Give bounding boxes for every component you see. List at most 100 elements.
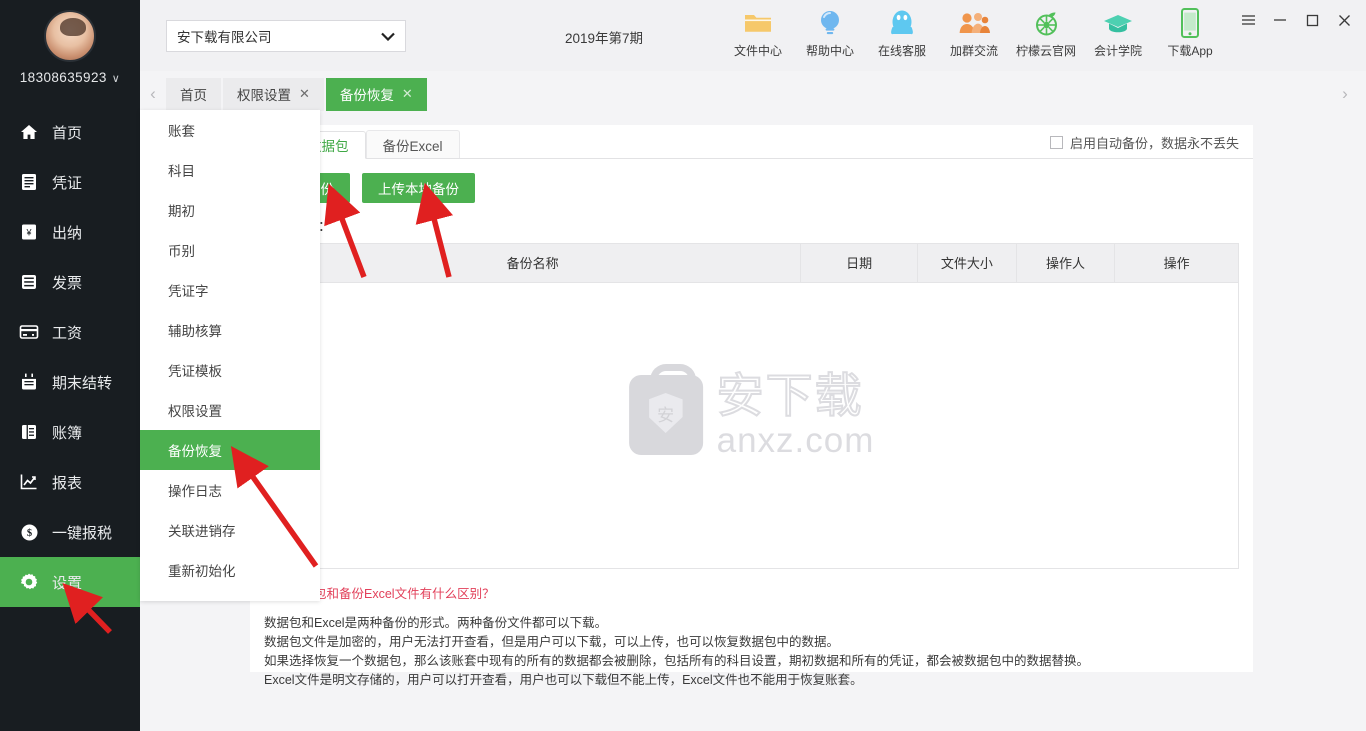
records-label: 备份记录： [250, 203, 1253, 243]
quicklink-official-site[interactable]: 柠檬云官网 [1010, 7, 1082, 59]
tab-permission-settings[interactable]: 权限设置 ✕ [223, 77, 324, 111]
close-icon[interactable]: ✕ [402, 86, 413, 102]
sidebar-item-cashier[interactable]: ¥ 出纳 [0, 207, 140, 257]
lemon-icon [1032, 7, 1060, 39]
quicklink-label: 下载App [1167, 44, 1213, 58]
sidebar-item-salary[interactable]: 工资 [0, 307, 140, 357]
column-header-date: 日期 [800, 244, 919, 283]
top-bar: 安下载有限公司 2019年第7期 文件中心 帮助中心 在线客服 加群交流 柠檬云… [140, 0, 1366, 71]
menu-item-label: 凭证字 [168, 284, 209, 299]
column-header-operator: 操作人 [1016, 244, 1116, 283]
period-close-icon [18, 371, 40, 393]
accounting-period: 2019年第7期 [565, 31, 644, 46]
sidebar-item-label: 首页 [52, 124, 83, 142]
menu-item-link-inventory[interactable]: 关联进销存 [140, 510, 320, 550]
menu-item-backup-restore[interactable]: 备份恢复 [140, 430, 320, 470]
minimize-icon[interactable] [1266, 7, 1294, 33]
quicklink-help-center[interactable]: 帮助中心 [794, 7, 866, 59]
checkbox-box[interactable] [1049, 136, 1063, 149]
quicklink-file-center[interactable]: 文件中心 [722, 7, 794, 59]
upload-local-backup-button[interactable]: 上传本地备份 [362, 173, 475, 203]
ledger-icon [18, 421, 40, 443]
company-select-value: 安下载有限公司 [177, 30, 272, 45]
notes-line: 数据包文件是加密的，用户无法打开查看，但是用户可以下载，可以上传，也可以恢复数据… [264, 635, 840, 649]
avatar[interactable] [44, 10, 96, 62]
menu-item-voucher-word[interactable]: 凭证字 [140, 270, 320, 310]
sidebar-item-home[interactable]: 首页 [0, 107, 140, 157]
tax-icon: $ [18, 521, 40, 543]
menu-item-currency[interactable]: 币别 [140, 230, 320, 270]
menu-icon[interactable] [1234, 7, 1262, 33]
notes-line: 数据包和Excel是两种备份的形式。两种备份文件都可以下载。 [264, 616, 608, 630]
menu-item-reinitialize[interactable]: 重新初始化 [140, 550, 320, 590]
menu-item-label: 权限设置 [168, 404, 222, 419]
auto-backup-checkbox[interactable]: 启用自动备份，数据永不丢失 [1049, 133, 1239, 152]
quick-links: 文件中心 帮助中心 在线客服 加群交流 柠檬云官网 会计学院 下载App [722, 7, 1226, 59]
sidebar-item-label: 一键报税 [52, 524, 113, 542]
window-controls [1234, 7, 1358, 33]
tab-strip: ‹ 首页 权限设置 ✕ 备份恢复 ✕ › [140, 71, 1366, 117]
close-icon[interactable] [1330, 7, 1358, 33]
action-buttons: 立即备份 上传本地备份 [250, 159, 1253, 203]
watermark-text: 安下载 anxz.com [716, 369, 875, 458]
menu-item-operation-log[interactable]: 操作日志 [140, 470, 320, 510]
svg-text:¥: ¥ [25, 227, 32, 237]
sidebar-item-voucher[interactable]: 凭证 [0, 157, 140, 207]
menu-item-label: 关联进销存 [168, 524, 236, 539]
company-select[interactable]: 安下载有限公司 [166, 20, 406, 52]
quicklink-label: 帮助中心 [805, 44, 854, 58]
notes-line: Excel文件是明文存储的，用户可以打开查看，用户也可以下载但不能上传，Exce… [264, 673, 863, 687]
profile-block[interactable]: 18308635923 ∨ [0, 0, 140, 85]
backup-records-table: 备份名称 日期 文件大小 操作人 操作 安 安下载 anxz.com [264, 243, 1239, 569]
quicklink-group-chat[interactable]: 加群交流 [938, 7, 1010, 59]
sidebar-item-period-close[interactable]: 期末结转 [0, 357, 140, 407]
gear-icon [18, 571, 40, 593]
profile-username: 18308635923 [19, 70, 107, 85]
tab-label: 备份恢复 [339, 88, 394, 103]
tab-label: 首页 [180, 88, 207, 103]
sidebar-item-settings[interactable]: 设置 [0, 557, 140, 607]
sidebar-item-label: 期末结转 [52, 374, 113, 392]
quicklink-online-support[interactable]: 在线客服 [866, 7, 938, 59]
quicklink-label: 会计学院 [1093, 44, 1142, 58]
menu-item-label: 期初 [168, 204, 195, 219]
chevron-down-icon[interactable]: ∨ [112, 73, 120, 85]
close-icon[interactable]: ✕ [299, 86, 310, 102]
tab-backup-restore[interactable]: 备份恢复 ✕ [325, 77, 427, 111]
sidebar-item-ledger[interactable]: 账簿 [0, 407, 140, 457]
quicklink-label: 柠檬云官网 [1015, 44, 1076, 58]
menu-item-initial-period[interactable]: 期初 [140, 190, 320, 230]
sidebar-item-tax[interactable]: $ 一键报税 [0, 507, 140, 557]
salary-icon [18, 321, 40, 343]
notes-question: 备份数据包和备份Excel文件有什么区别？ [264, 587, 495, 601]
menu-item-subject[interactable]: 科目 [140, 150, 320, 190]
watermark-shield: 安 [648, 393, 683, 433]
tabs-scroll-right[interactable]: › [1332, 71, 1358, 117]
sidebar-item-report[interactable]: 报表 [0, 457, 140, 507]
menu-item-voucher-template[interactable]: 凭证模板 [140, 350, 320, 390]
quicklink-label: 在线客服 [877, 44, 926, 58]
sidebar-nav: 首页 凭证 ¥ 出纳 发票 工资 期末结转 账簿 报表 $ 一键报税 设置 [0, 107, 140, 607]
maximize-icon[interactable] [1298, 7, 1326, 33]
tab-label: 权限设置 [237, 88, 291, 103]
lightbulb-icon [817, 7, 843, 39]
menu-item-label: 币别 [168, 244, 195, 259]
backup-type-tabs: 备份数据包 备份Excel 启用自动备份，数据永不丢失 [250, 125, 1253, 159]
content-panel: 备份数据包 备份Excel 启用自动备份，数据永不丢失 立即备份 上传本地备份 … [250, 125, 1253, 687]
quicklink-download-app[interactable]: 下载App [1154, 7, 1226, 59]
sidebar-item-label: 凭证 [52, 174, 83, 192]
menu-item-label: 操作日志 [168, 484, 222, 499]
sidebar-item-label: 报表 [52, 474, 83, 492]
quicklink-label: 加群交流 [949, 44, 998, 58]
notes-line: 如果选择恢复一个数据包，那么该账套中现有的所有的数据都会被删除，包括所有的科目设… [264, 654, 1090, 668]
watermark-cn: 安下载 [716, 369, 864, 422]
menu-item-permission-settings[interactable]: 权限设置 [140, 390, 320, 430]
inner-tab-backup-excel[interactable]: 备份Excel [365, 130, 460, 158]
profile-name[interactable]: 18308635923 ∨ [0, 70, 140, 85]
sidebar-item-invoice[interactable]: 发票 [0, 257, 140, 307]
menu-item-account-set[interactable]: 账套 [140, 110, 320, 150]
phone-icon [1179, 7, 1201, 39]
menu-item-auxiliary-accounting[interactable]: 辅助核算 [140, 310, 320, 350]
quicklink-accounting-academy[interactable]: 会计学院 [1082, 7, 1154, 59]
tab-home[interactable]: 首页 [166, 77, 221, 111]
